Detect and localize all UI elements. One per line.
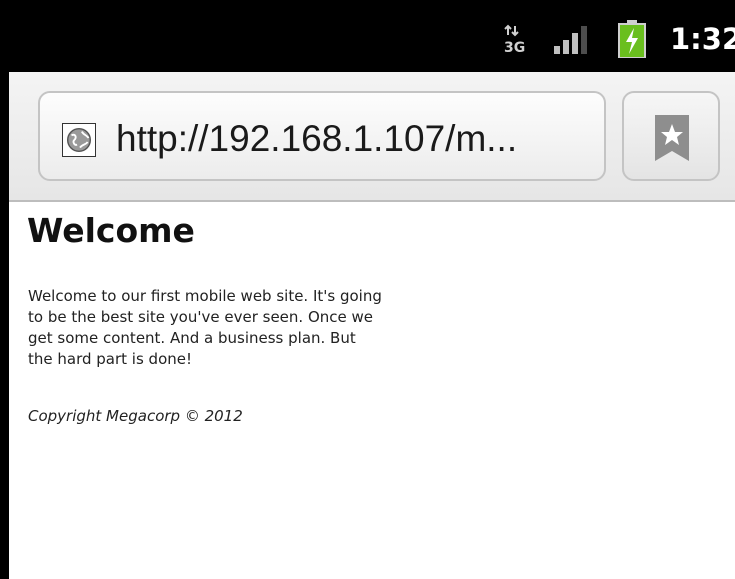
globe-icon: [62, 123, 96, 157]
left-edge-border: [0, 0, 9, 579]
status-time: 1:32: [670, 22, 735, 56]
url-field[interactable]: http://192.168.1.107/m...: [38, 91, 606, 181]
web-page-content: Welcome Welcome to our first mobile web …: [9, 202, 735, 579]
intro-paragraph: Welcome to our first mobile web site. It…: [28, 287, 382, 368]
network-type-label: 3G: [504, 40, 525, 54]
bookmark-star-icon: [655, 115, 689, 161]
battery-charging-icon: [618, 20, 646, 58]
page-title: Welcome: [27, 211, 195, 250]
url-text: http://192.168.1.107/m...: [116, 118, 518, 159]
phone-screen: 3G 1:32 http://192.168.1.107/m... Welcom…: [9, 0, 735, 579]
status-bar: 3G 1:32: [9, 0, 735, 72]
bookmark-button[interactable]: [622, 91, 720, 181]
browser-address-bar: http://192.168.1.107/m...: [9, 72, 735, 202]
signal-strength-icon: [554, 26, 587, 54]
data-3g-icon: 3G: [504, 24, 525, 54]
copyright-footer: Copyright Megacorp © 2012: [28, 407, 243, 425]
